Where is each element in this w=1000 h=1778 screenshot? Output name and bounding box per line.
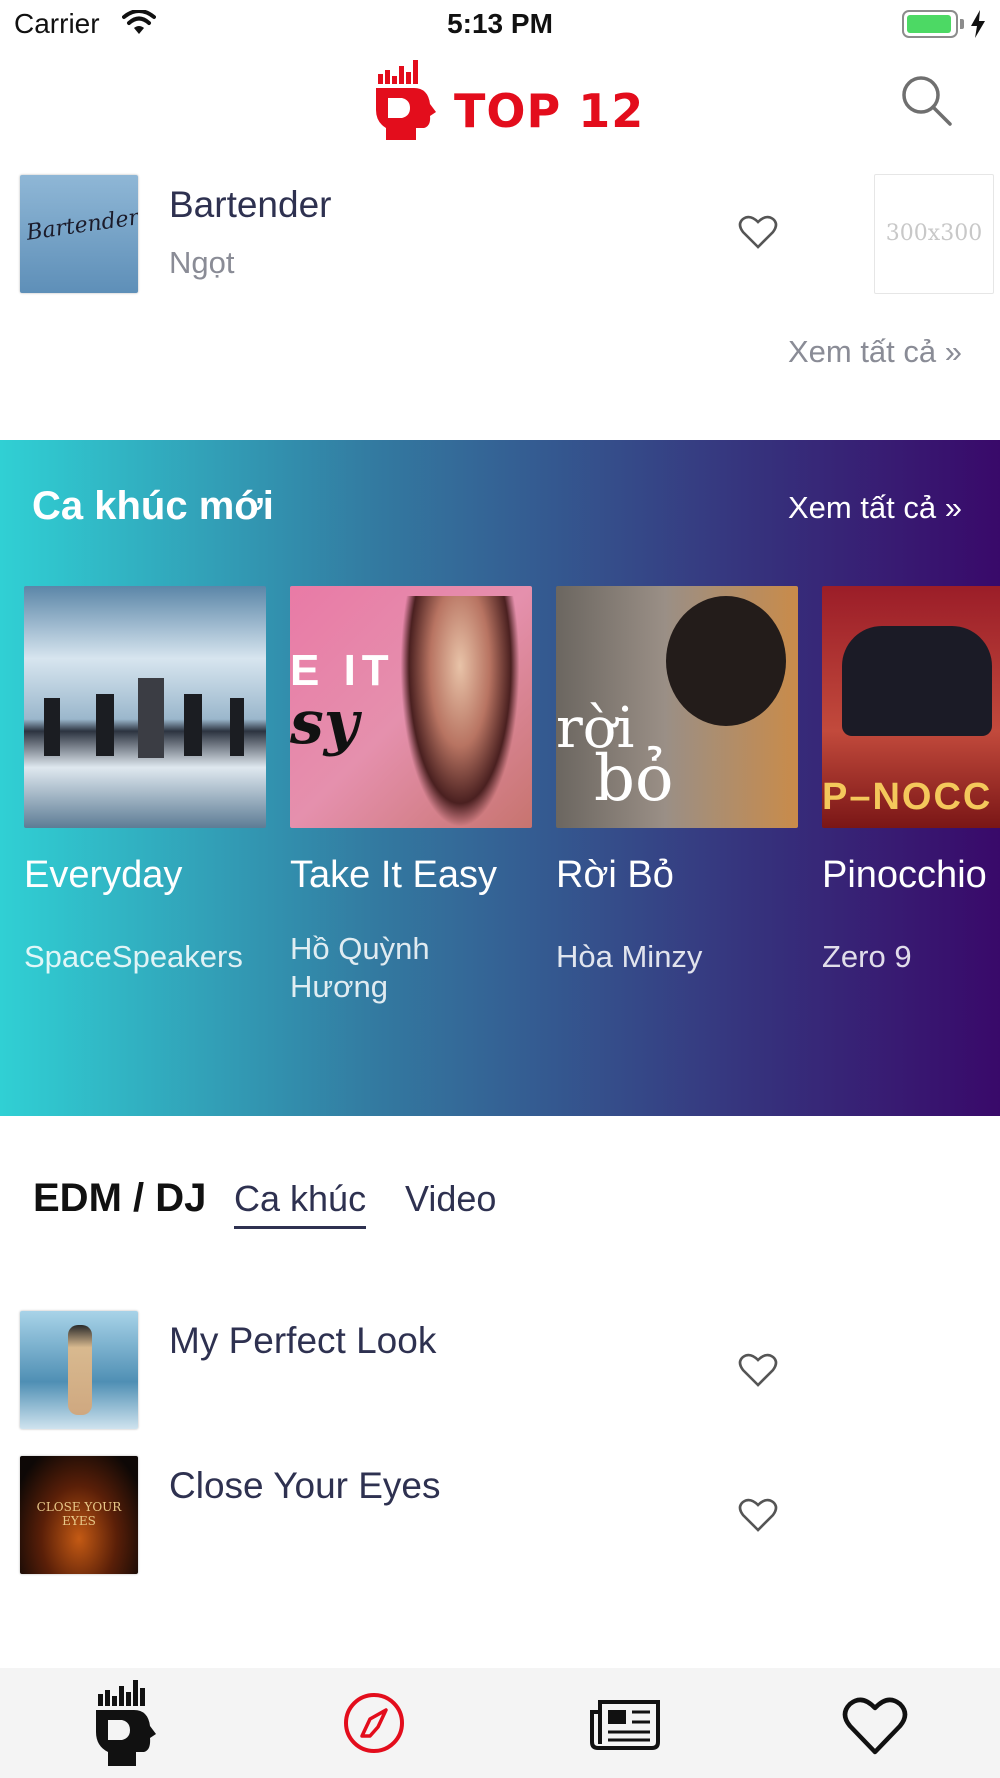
status-bar: Carrier 5:13 PM — [0, 0, 1000, 50]
song-title: Take It Easy — [290, 854, 497, 896]
app-title: TOP 12 — [454, 84, 645, 138]
see-all-link[interactable]: Xem tất cả » — [788, 334, 962, 370]
top12-logo-icon — [376, 60, 436, 140]
category-title: EDM / DJ — [33, 1176, 207, 1220]
song-cover: Bartender — [20, 175, 138, 293]
song-cover: rời bỏ — [556, 586, 798, 828]
song-card[interactable]: Everyday SpaceSpeakers — [24, 586, 266, 974]
song-cover — [24, 586, 266, 828]
heart-icon[interactable] — [842, 1680, 908, 1766]
new-songs-section: Ca khúc mới Xem tất cả » Everyday SpaceS… — [0, 440, 1000, 1116]
clock: 5:13 PM — [447, 8, 553, 39]
logo-head-icon[interactable] — [96, 1680, 158, 1766]
battery-icon — [902, 10, 958, 38]
see-all-link[interactable]: Xem tất cả » — [788, 490, 962, 526]
song-artist: SpaceSpeakers — [24, 939, 243, 974]
section-title: Ca khúc mới — [32, 484, 274, 528]
song-title: Rời Bỏ — [556, 854, 674, 896]
song-artist: Ngọt — [169, 245, 235, 280]
battery-tip — [960, 19, 964, 29]
song-title: Close Your Eyes — [169, 1465, 441, 1506]
cover-text: Bartender — [24, 205, 138, 246]
song-title: My Perfect Look — [169, 1320, 437, 1361]
song-artist: Hồ Quỳnh Hương — [290, 931, 430, 1004]
compass-icon[interactable] — [342, 1680, 406, 1766]
tab-bar — [0, 1668, 1000, 1778]
tab-video[interactable]: Video — [405, 1178, 496, 1220]
song-card[interactable]: E IT sy Take It Easy Hồ Quỳnh Hương — [290, 586, 532, 1004]
song-cover: E IT sy — [290, 586, 532, 828]
search-icon[interactable] — [898, 72, 954, 128]
heart-icon[interactable] — [738, 1352, 778, 1388]
tab-songs[interactable]: Ca khúc — [234, 1178, 367, 1229]
song-title: Bartender — [169, 184, 332, 225]
song-artist: Hòa Minzy — [556, 939, 703, 974]
charging-bolt-icon — [971, 10, 985, 38]
newspaper-icon[interactable] — [590, 1680, 662, 1766]
heart-icon[interactable] — [738, 1497, 778, 1533]
song-card[interactable]: P–NOCC Pinocchio Zero 9 — [822, 586, 1000, 974]
song-card[interactable]: rời bỏ Rời Bỏ Hòa Minzy — [556, 586, 798, 974]
heart-icon[interactable] — [738, 214, 778, 250]
song-title: Everyday — [24, 854, 183, 896]
song-cover: CLOSE YOUR EYES — [20, 1456, 138, 1574]
song-cover — [20, 1311, 138, 1429]
placeholder-image: 300x300 — [874, 174, 994, 294]
song-title: Pinocchio — [822, 854, 987, 896]
cover-text: CLOSE YOUR EYES — [36, 1500, 122, 1528]
song-artist: Zero 9 — [822, 939, 912, 974]
song-cover: P–NOCC — [822, 586, 1000, 828]
